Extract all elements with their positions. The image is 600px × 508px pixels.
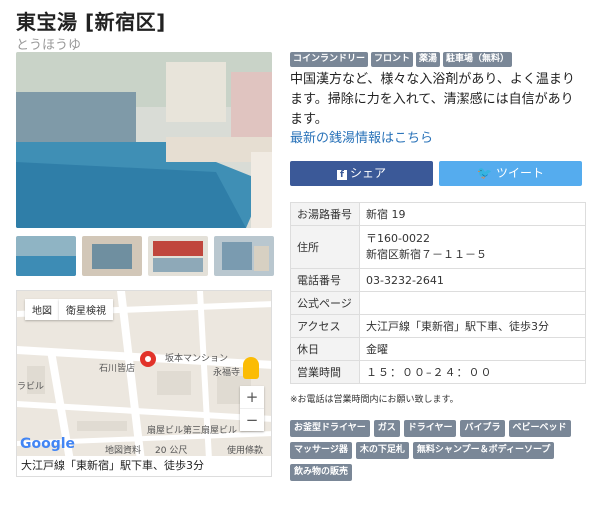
map-label: 坂本マンション: [165, 354, 229, 364]
google-logo: Google: [20, 436, 76, 452]
amenity-tag[interactable]: お釜型ドライヤー: [290, 420, 370, 437]
zoom-in-button[interactable]: +: [240, 386, 264, 408]
map-scale: 20 公尺: [155, 446, 188, 456]
info-key: 休日: [290, 337, 360, 361]
table-row: 公式ページ: [290, 291, 586, 315]
latest-info-link[interactable]: 最新の銭湯情報はこちら: [290, 127, 433, 146]
amenity-tag[interactable]: 飲み物の販売: [290, 464, 353, 481]
info-table: お湯路番号 新宿 19 住所 〒160-0022 新宿区新宿７－１１－５ 電話番号 0…: [290, 202, 586, 384]
map-label: 地図資料: [105, 446, 142, 456]
main-bath-photo[interactable]: [16, 52, 272, 228]
amenity-tag[interactable]: ベビーベッド: [508, 420, 571, 437]
map-type-satellite-button[interactable]: 衛星検視: [59, 299, 113, 320]
map-footer-access: 大江戸線「東新宿」駅下車、徒歩3分: [17, 456, 271, 476]
page-title: 東宝湯 [新宿区]: [16, 10, 166, 34]
thumbnail-photo[interactable]: [214, 236, 274, 276]
info-value: 新宿 19: [359, 202, 586, 226]
info-value[interactable]: [359, 291, 586, 315]
table-row: お湯路番号 新宿 19: [290, 202, 586, 226]
thumbnail-photo[interactable]: [16, 236, 76, 276]
twitter-icon: 🐦: [477, 166, 492, 180]
amenity-tag[interactable]: マッサージ器: [290, 442, 352, 459]
info-key: 住所: [290, 225, 360, 269]
amenity-tags: お釜型ドライヤー ガス ドライヤー バイブラ ベビーベッドマッサージ器 木の下足札 無料シャ…: [290, 420, 590, 481]
table-row: 休日 金曜: [290, 337, 586, 361]
info-key: 公式ページ: [290, 291, 360, 315]
location-map[interactable]: 地図 衛星検視 石川皆店 坂本マンション 永福寺 扇屋ビル第三扇屋ビル ラビル …: [16, 290, 272, 477]
map-label: 永福寺: [213, 368, 241, 378]
amenity-tag[interactable]: バイブラ: [460, 420, 505, 437]
map-type-map-button[interactable]: 地図: [25, 299, 59, 320]
map-label: ラビル: [17, 382, 45, 392]
map-terms-link[interactable]: 使用條款: [227, 443, 263, 456]
facebook-share-label: シェア: [349, 166, 386, 180]
info-value: 〒160-0022 新宿区新宿７－１１－５: [359, 225, 586, 269]
facility-tag: フロント: [371, 52, 414, 67]
info-key: アクセス: [290, 314, 360, 338]
table-row: 電話番号 03-3232-2641: [290, 268, 586, 292]
table-row: 営業時間 １５：００–２４：００: [290, 360, 586, 384]
table-row: 住所 〒160-0022 新宿区新宿７－１１－５: [290, 225, 586, 269]
info-key: 電話番号: [290, 268, 360, 292]
info-value: 大江戸線「東新宿」駅下車、徒歩3分: [359, 314, 586, 338]
info-key: お湯路番号: [290, 202, 360, 226]
pegman-icon[interactable]: [243, 357, 259, 379]
amenity-tag[interactable]: 木の下足札: [355, 442, 409, 459]
twitter-share-label: ツイート: [495, 166, 544, 180]
zoom-out-button[interactable]: −: [240, 408, 264, 431]
twitter-share-button[interactable]: 🐦 ツイート: [439, 161, 582, 186]
info-key: 営業時間: [290, 360, 360, 384]
facebook-share-button[interactable]: f シェア: [290, 161, 433, 186]
facility-tag: 駐車場（無料）: [443, 52, 513, 67]
thumbnail-photo[interactable]: [148, 236, 208, 276]
info-value: 金曜: [359, 337, 586, 361]
facebook-icon: f: [336, 170, 347, 180]
amenity-tag[interactable]: 無料シャンプー＆ボディーソープ: [412, 442, 555, 459]
amenity-tag[interactable]: ドライヤー: [403, 420, 457, 437]
info-value: 03-3232-2641: [359, 268, 586, 292]
facility-tag: コインランドリー: [290, 52, 369, 67]
amenity-tag[interactable]: ガス: [373, 420, 400, 437]
description: 中国漢方など、様々な入浴剤があり、よく温まります。掃除に力を入れて、清潔感には自…: [290, 72, 575, 127]
map-label: 扇屋ビル第三扇屋ビル: [147, 426, 238, 436]
facility-tags: コインランドリー フロント 薬湯 駐車場（無料）: [290, 52, 513, 67]
thumbnail-photo[interactable]: [82, 236, 142, 276]
map-label: 石川皆店: [99, 364, 136, 374]
page-subtitle: とうほうゆ: [16, 38, 82, 53]
phone-note: ※お電話は営業時間内にお願い致します。: [290, 395, 459, 405]
facility-tag: 薬湯: [416, 52, 441, 67]
table-row: アクセス 大江戸線「東新宿」駅下車、徒歩3分: [290, 314, 586, 338]
info-value: １５：００–２４：００: [359, 360, 586, 384]
